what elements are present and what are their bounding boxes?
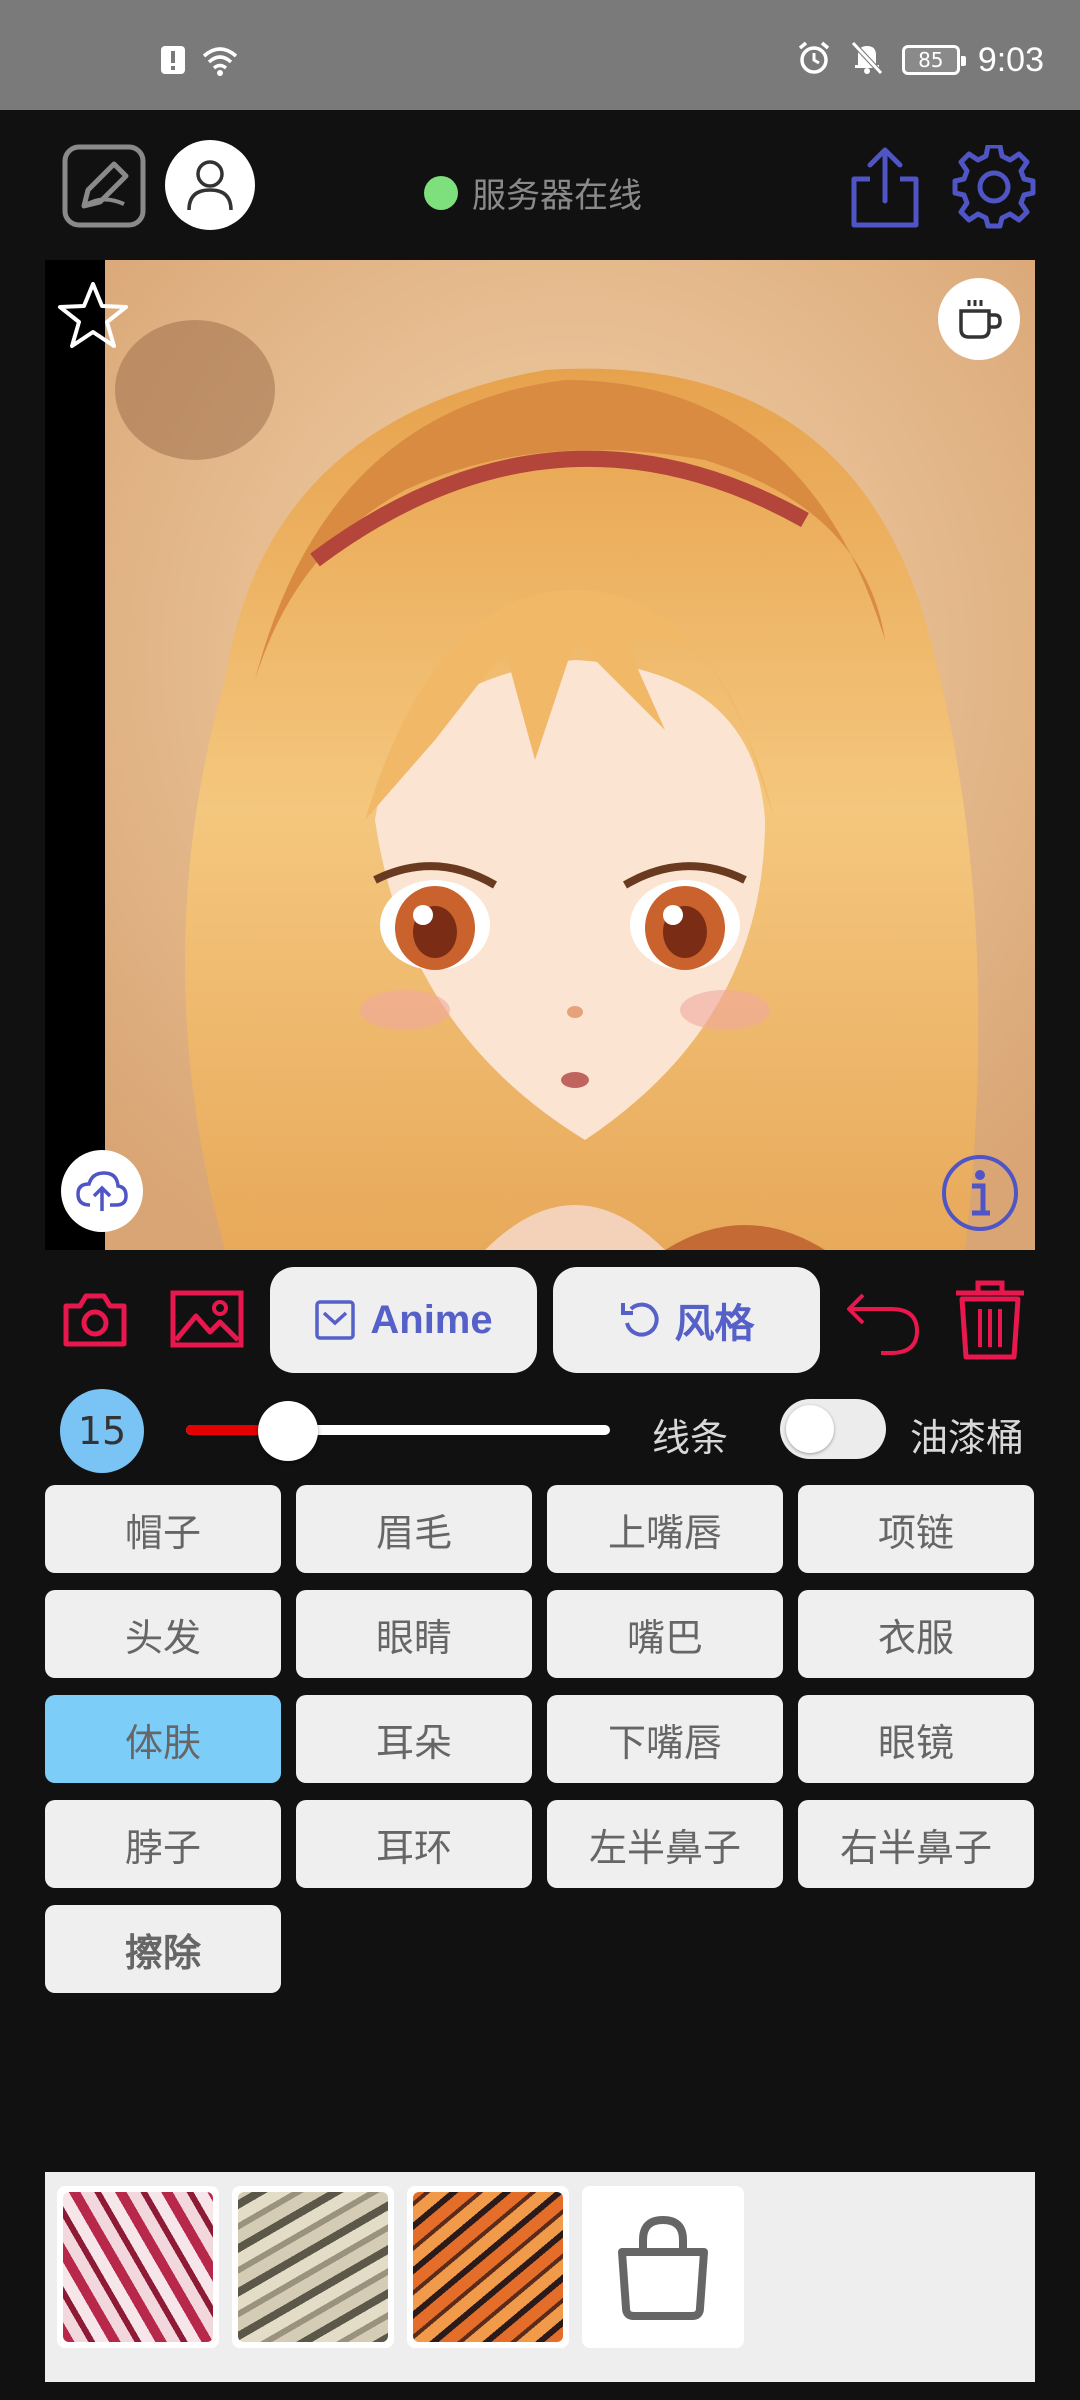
brush-size-slider[interactable] (186, 1425, 610, 1435)
part-chip[interactable]: 擦除 (45, 1905, 281, 1993)
style-button[interactable]: 风格 (553, 1267, 820, 1373)
refresh-icon (620, 1302, 659, 1337)
camera-icon (63, 1293, 127, 1347)
part-chip[interactable]: 衣服 (798, 1590, 1034, 1678)
paint-bucket-toggle[interactable] (780, 1399, 886, 1459)
favorite-button[interactable] (57, 280, 129, 354)
anime-portrait-image (105, 260, 1035, 1250)
info-icon (942, 1155, 1018, 1231)
coffee-cup-icon (959, 300, 1002, 339)
anime-button-label: Anime (370, 1297, 493, 1342)
part-chip[interactable]: 右半鼻子 (798, 1800, 1034, 1888)
part-chip[interactable]: 眼镜 (798, 1695, 1034, 1783)
part-chip[interactable]: 上嘴唇 (547, 1485, 783, 1573)
gear-icon (952, 143, 1036, 229)
settings-button[interactable] (952, 143, 1036, 233)
texture-shop-button[interactable] (582, 2186, 744, 2348)
camera-button[interactable] (62, 1290, 128, 1352)
user-avatar-button[interactable] (165, 140, 255, 230)
undo-icon (847, 1293, 920, 1355)
server-status-label: 服务器在线 (472, 176, 642, 216)
anime-mode-icon (315, 1300, 356, 1340)
status-bar: 85 9:03 (0, 0, 1080, 110)
anime-button[interactable]: Anime (270, 1267, 537, 1373)
part-chip[interactable]: 头发 (45, 1590, 281, 1678)
face-part-grid: 帽子 眉毛 上嘴唇 项链头发 眼睛 嘴巴 衣服体肤 耳朵 下嘴唇 眼镜脖子 耳环 左半鼻子 右半鼻子擦除 (45, 1485, 1035, 1993)
wifi-icon (200, 44, 240, 80)
texture-swatch[interactable] (232, 2186, 394, 2348)
brush-controls: 15 线条 油漆桶 (0, 1385, 1080, 1475)
texture-tiger-pattern (413, 2192, 563, 2342)
delete-button[interactable] (950, 1277, 1030, 1365)
part-chip[interactable]: 嘴巴 (547, 1590, 783, 1678)
part-chip[interactable]: 眼睛 (296, 1590, 532, 1678)
part-chip[interactable]: 项链 (798, 1485, 1034, 1573)
sketch-mode-button[interactable] (62, 144, 146, 232)
image-icon (170, 1290, 244, 1348)
tool-row: Anime 风格 (0, 1265, 1080, 1375)
undo-button[interactable] (845, 1287, 921, 1361)
slider-thumb[interactable] (257, 1401, 318, 1461)
brush-size-value: 15 (60, 1389, 144, 1473)
clock: 9:03 (977, 40, 1044, 79)
mute-icon (850, 40, 884, 80)
part-chip[interactable]: 脖子 (45, 1800, 281, 1888)
server-online-dot (424, 175, 458, 210)
battery-level: 85 (918, 48, 944, 72)
server-status: 服务器在线 (424, 168, 642, 217)
part-chip[interactable]: 体肤 (45, 1695, 281, 1783)
part-chip[interactable]: 眉毛 (296, 1485, 532, 1573)
notification-icon (160, 45, 186, 79)
part-chip[interactable]: 耳朵 (296, 1695, 532, 1783)
upload-button[interactable] (61, 1150, 143, 1232)
user-icon (187, 160, 233, 211)
share-button[interactable] (848, 145, 922, 233)
texture-tray (45, 2172, 1035, 2382)
sketch-pen-icon (62, 144, 146, 228)
part-chip[interactable]: 左半鼻子 (547, 1800, 783, 1888)
alarm-icon (796, 40, 832, 80)
texture-swatch[interactable] (407, 2186, 569, 2348)
top-bar: 服务器在线 (0, 110, 1080, 260)
share-icon (851, 147, 919, 228)
toggle-knob (786, 1405, 834, 1453)
trash-icon (956, 1280, 1024, 1360)
part-chip[interactable]: 耳环 (296, 1800, 532, 1888)
part-chip[interactable]: 帽子 (45, 1485, 281, 1573)
gallery-button[interactable] (170, 1290, 244, 1352)
line-label: 线条 (652, 1416, 729, 1460)
battery-indicator: 85 (901, 45, 966, 75)
style-button-label: 风格 (674, 1302, 755, 1346)
shopping-bag-icon (618, 2215, 708, 2320)
texture-swatch[interactable] (57, 2186, 219, 2348)
part-chip[interactable]: 下嘴唇 (547, 1695, 783, 1783)
coffee-button[interactable] (938, 278, 1020, 360)
info-button[interactable] (940, 1153, 1020, 1237)
texture-grey-pattern (238, 2192, 388, 2342)
paint-bucket-label: 油漆桶 (910, 1416, 1025, 1460)
drawing-canvas[interactable] (45, 260, 1035, 1250)
cloud-upload-icon (76, 1171, 128, 1211)
star-icon (58, 282, 128, 348)
texture-pink-pattern (63, 2192, 213, 2342)
